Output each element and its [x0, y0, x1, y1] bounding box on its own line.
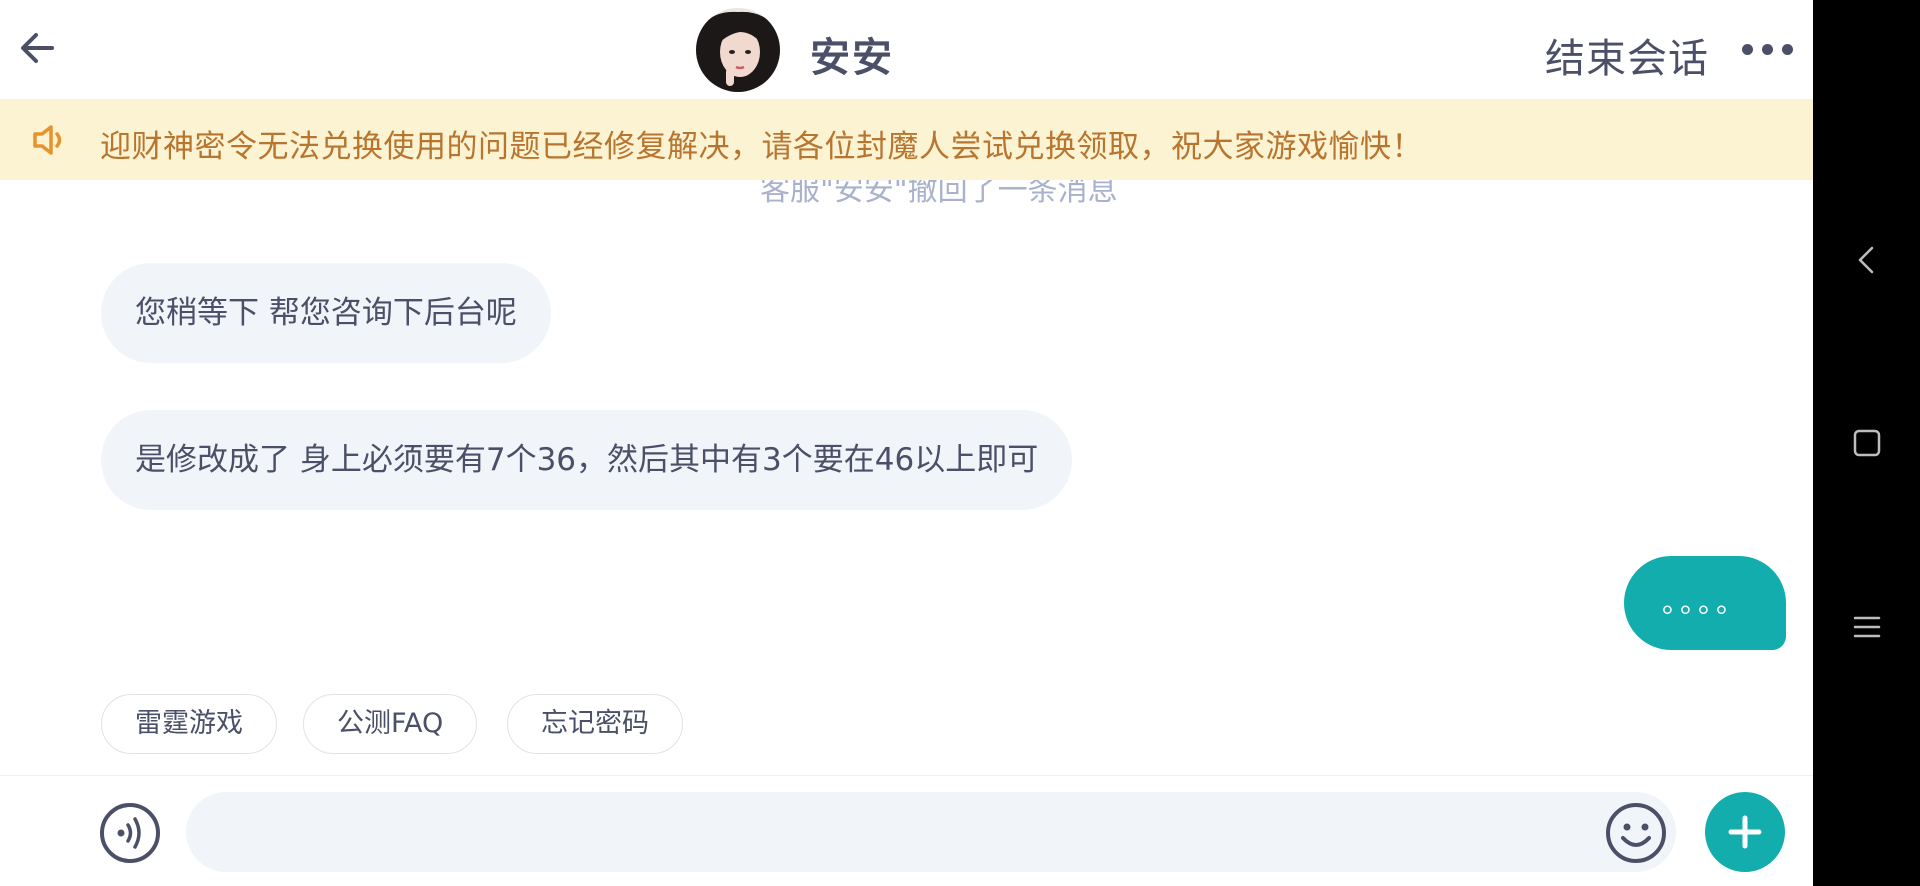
nav-menu-button[interactable] — [1845, 605, 1889, 649]
voice-icon — [100, 803, 160, 863]
plus-icon — [1728, 815, 1762, 849]
nav-back-button[interactable] — [1845, 238, 1889, 282]
ellipsis-icon — [1742, 44, 1753, 55]
voice-button[interactable] — [99, 802, 161, 864]
emoji-button[interactable] — [1605, 802, 1667, 864]
agent-avatar — [696, 8, 780, 92]
input-bar — [0, 775, 1813, 886]
menu-icon — [1853, 616, 1881, 638]
add-button[interactable] — [1705, 792, 1785, 872]
announcement-text: 迎财神密令无法兑换使用的问题已经修复解决，请各位封魔人尝试兑换领取，祝大家游戏愉… — [100, 129, 1423, 165]
system-nav-bar — [1813, 0, 1920, 886]
message-input[interactable] — [186, 792, 1676, 872]
quick-reply-chip[interactable]: 忘记密码 — [507, 694, 683, 754]
chat-app: 安安 结束会话 客服"安安"撤回了一条消息 迎财神密令无法兑换使用的问题已经修复… — [0, 0, 1813, 886]
arrow-left-icon — [21, 33, 54, 63]
chevron-left-icon — [1858, 246, 1874, 274]
quick-reply-chip[interactable]: 雷霆游戏 — [101, 694, 277, 754]
square-icon — [1853, 429, 1881, 457]
chat-header: 安安 结束会话 — [0, 0, 1813, 99]
announcement-banner: 迎财神密令无法兑换使用的问题已经修复解决，请各位封魔人尝试兑换领取，祝大家游戏愉… — [0, 99, 1813, 180]
agent-message: 您稍等下 帮您咨询下后台呢 — [101, 263, 551, 363]
end-session-button[interactable]: 结束会话 — [1545, 26, 1709, 84]
quick-reply-chip[interactable]: 公测FAQ — [303, 694, 478, 754]
user-message: 。。。。 — [1624, 556, 1786, 650]
smiley-icon — [1606, 803, 1666, 863]
chat-title: 安安 — [810, 35, 894, 81]
back-button[interactable] — [18, 28, 58, 68]
nav-home-button[interactable] — [1845, 421, 1889, 465]
speaker-icon — [33, 125, 62, 155]
more-button[interactable] — [1742, 42, 1794, 58]
agent-message: 是修改成了 身上必须要有7个36，然后其中有3个要在46以上即可 — [101, 410, 1073, 510]
